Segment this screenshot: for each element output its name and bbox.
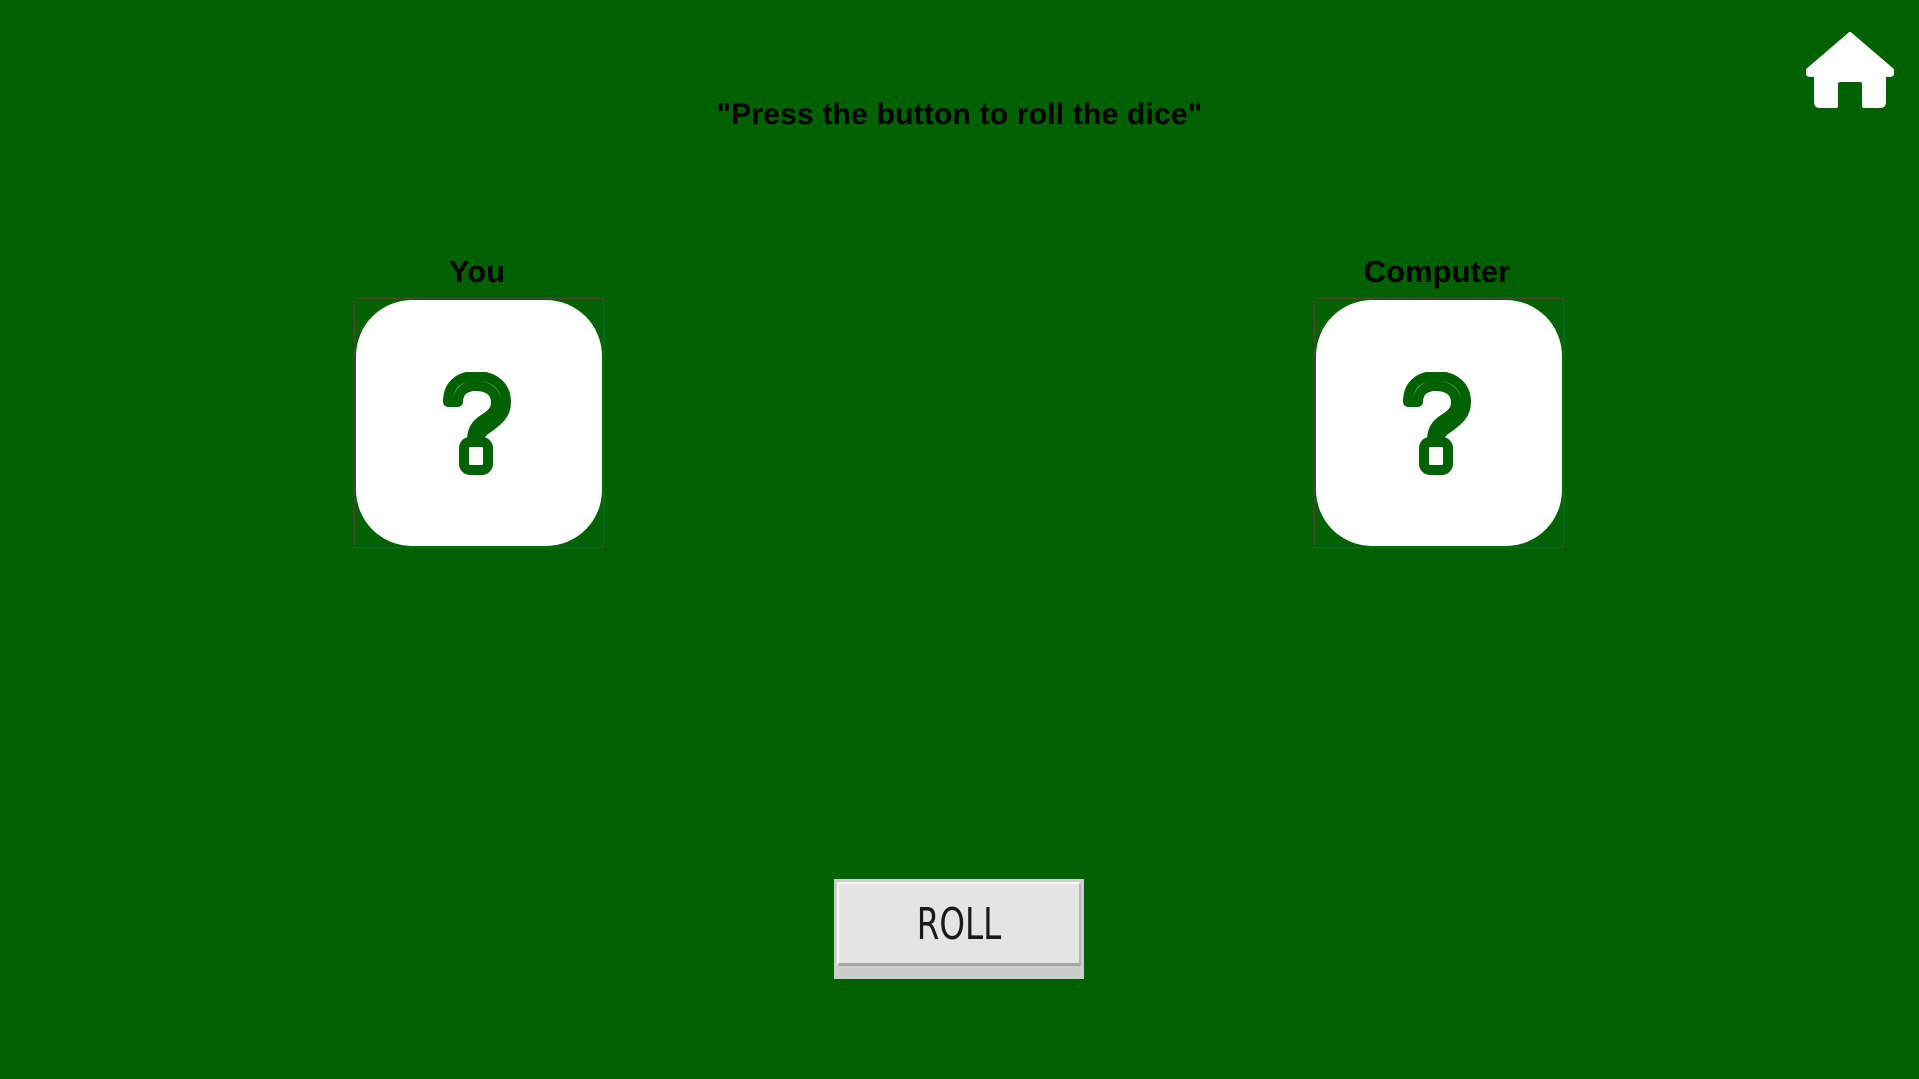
die-frame-computer	[1314, 298, 1564, 548]
question-mark-icon	[443, 372, 511, 475]
home-icon	[1806, 32, 1894, 108]
die-frame-you	[354, 298, 604, 548]
die-you	[356, 300, 602, 546]
player-label-you: You	[448, 254, 506, 289]
roll-button-face: ROLL	[837, 882, 1081, 966]
player-you: You	[354, 252, 604, 548]
question-mark-icon	[1403, 372, 1471, 475]
home-button[interactable]	[1806, 30, 1894, 110]
roll-button-label: ROLL	[916, 899, 1002, 950]
instruction-text: "Press the button to roll the dice"	[716, 98, 1203, 131]
player-computer: Computer	[1314, 252, 1564, 548]
roll-button[interactable]: ROLL	[834, 879, 1084, 979]
player-label-computer: Computer	[1363, 254, 1511, 289]
die-computer	[1316, 300, 1562, 546]
